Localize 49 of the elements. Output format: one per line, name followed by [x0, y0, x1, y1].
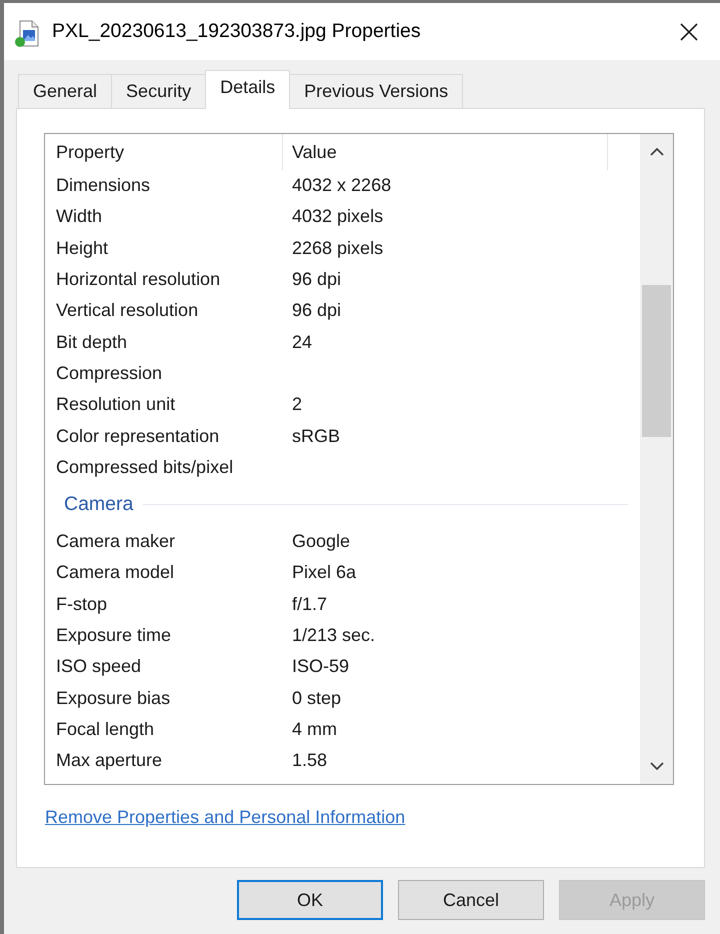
property-name: Exposure time: [55, 625, 172, 646]
section-title: Camera: [64, 492, 134, 516]
property-name: Horizontal resolution: [55, 269, 222, 290]
property-value: 2268 pixels: [291, 238, 384, 259]
tab[interactable]: General: [18, 74, 112, 108]
property-value: 1.58: [291, 750, 328, 772]
scrollbar-thumb[interactable]: [642, 285, 671, 437]
property-value: 4032 x 2268: [291, 175, 392, 196]
property-name: Width: [55, 206, 104, 228]
close-icon: [680, 22, 698, 40]
window-title: PXL_20230613_192303873.jpg Properties: [52, 20, 421, 43]
property-name: Bit depth: [55, 332, 128, 353]
property-name: Camera maker: [55, 531, 176, 552]
chevron-up-icon[interactable]: [650, 148, 664, 156]
cancel-button[interactable]: Cancel: [398, 880, 544, 920]
property-name: Max aperture: [55, 750, 164, 772]
property-value: 24: [291, 332, 312, 353]
property-name: F-stop: [55, 594, 108, 615]
property-value: 0 step: [291, 688, 342, 709]
property-name: Color representation: [55, 426, 220, 447]
column-header[interactable]: Property: [45, 134, 283, 170]
property-name: Height: [55, 238, 110, 259]
property-value: 96 dpi: [291, 269, 342, 290]
property-name: Exposure bias: [55, 688, 172, 709]
column-header[interactable]: Value: [283, 134, 608, 170]
property-name: Compressed bits/pixel: [55, 456, 234, 478]
property-name: Camera model: [55, 562, 176, 584]
ok-button[interactable]: OK: [237, 880, 383, 920]
chevron-down-icon[interactable]: [650, 762, 664, 770]
property-value: ISO-59: [291, 656, 350, 678]
property-name: ISO speed: [55, 656, 142, 678]
property-value: 4 mm: [291, 718, 337, 740]
property-value: 2: [291, 394, 302, 416]
property-name: Vertical resolution: [55, 300, 200, 322]
property-name: Focal length: [55, 718, 156, 740]
property-value: 96 dpi: [291, 300, 342, 322]
image-file-icon: [14, 20, 40, 48]
property-value: 4032 pixels: [291, 206, 384, 228]
property-value: 1/213 sec.: [291, 625, 376, 646]
tab[interactable]: Details: [205, 70, 290, 109]
property-name: Dimensions: [55, 175, 152, 196]
property-value: Pixel 6a: [291, 562, 356, 584]
property-name: Resolution unit: [55, 394, 176, 416]
property-value: sRGB: [291, 426, 340, 447]
property-value: Google: [291, 531, 350, 552]
property-value: f/1.7: [291, 594, 328, 615]
property-name: Compression: [55, 362, 164, 384]
remove-properties-link[interactable]: Remove Properties and Personal Information: [45, 807, 406, 828]
tab[interactable]: Previous Versions: [289, 74, 464, 108]
